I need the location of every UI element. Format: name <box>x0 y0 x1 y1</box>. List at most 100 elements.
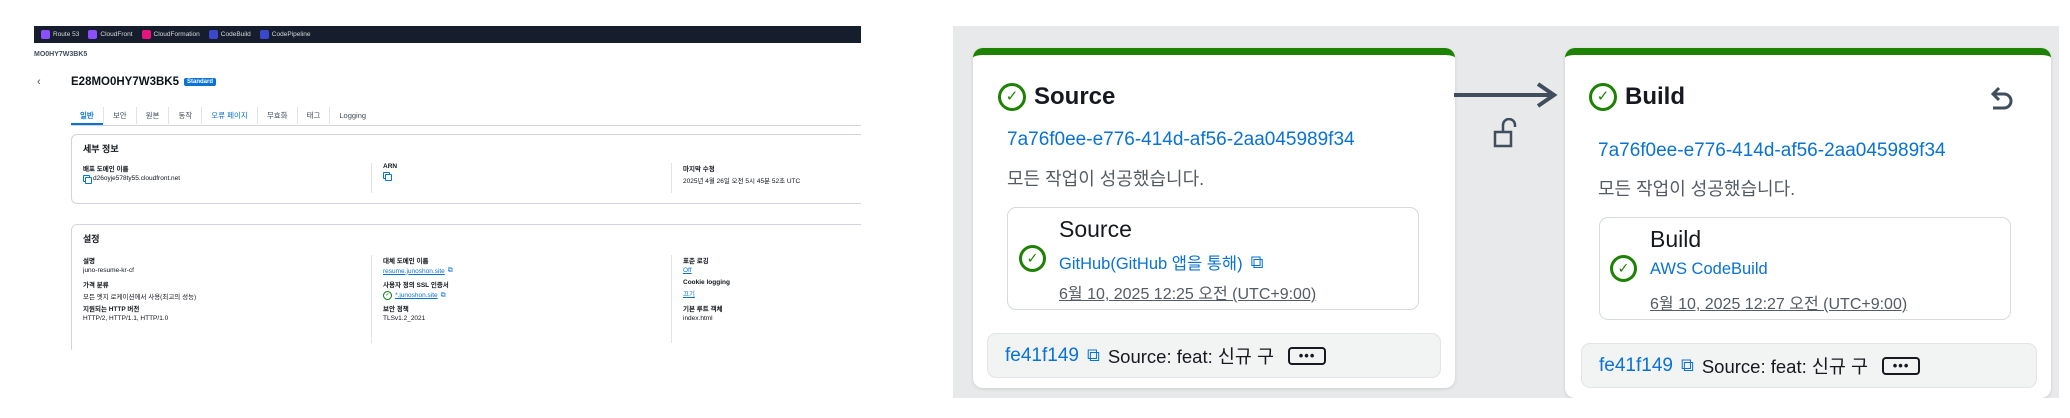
execution-id-link[interactable]: 7a76f0ee-e776-414d-af56-2aa045989f34 <box>1598 140 1946 162</box>
provider-name: GitHub(GitHub 앱을 통해) <box>1059 255 1243 273</box>
stage-name: Build <box>1625 83 1685 110</box>
more-options-button[interactable]: ••• <box>1882 356 1921 375</box>
ssl-cert-link[interactable]: *.junoshon.site <box>395 292 438 299</box>
shortcut-cloudfront[interactable]: CloudFront <box>88 30 133 39</box>
commit-message: Source: feat: 신규 구 <box>1107 345 1275 367</box>
external-link-icon[interactable]: ⧉ <box>1087 345 1100 366</box>
tab-invalidations[interactable]: 무효화 <box>256 107 297 124</box>
tab-tags[interactable]: 태그 <box>296 107 330 124</box>
divider <box>371 255 372 343</box>
shortcut-codebuild[interactable]: CodeBuild <box>208 30 251 39</box>
stage-build: ✓ Build 7a76f0ee-e776-414d-af56-2aa04598… <box>1565 48 2051 398</box>
action-card-build: Build ✓ AWS CodeBuild 6월 10, 2025 12:27 … <box>1599 217 2011 320</box>
stage-name: Source <box>1034 83 1116 110</box>
domain-label: 배포 도메인 이름 <box>83 166 129 173</box>
back-chevron-icon[interactable]: ‹ <box>37 76 41 88</box>
shortcut-cloudformation[interactable]: CloudFormation <box>141 30 200 39</box>
route53-icon <box>41 30 50 39</box>
shortcut-route53[interactable]: Route 53 <box>41 30 79 39</box>
stage-source: ✓ Source 7a76f0ee-e776-414d-af56-2aa0459… <box>973 48 1455 388</box>
success-check-icon: ✓ <box>998 83 1026 111</box>
standard-logging-label: 표준 로깅 <box>683 258 709 265</box>
security-policy-label: 보안 정책 <box>383 306 409 313</box>
copy-icon[interactable] <box>83 175 92 184</box>
cookie-logging-field: Cookie logging 끄기 <box>683 279 730 298</box>
action-timestamp[interactable]: 6월 10, 2025 12:27 오전 (UTC+9:00) <box>1650 290 1907 314</box>
cookie-logging-link[interactable]: 끄기 <box>683 288 695 298</box>
alt-domain-link[interactable]: resume.junoshon.site <box>383 268 445 275</box>
action-name: Source <box>1059 216 1132 242</box>
security-policy-value: TLSv1.2_2021 <box>383 315 426 322</box>
description-label: 설명 <box>83 258 95 265</box>
tab-logging[interactable]: Logging <box>329 107 375 124</box>
stage-status: 모든 작업이 성공했습니다. <box>1598 179 1796 199</box>
standard-logging-link[interactable]: Off <box>683 267 692 274</box>
modified-value: 2025년 4월 26일 오전 5시 45분 52초 UTC <box>683 178 801 185</box>
description-value: juno-resume-kr-cf <box>83 267 134 274</box>
codepipeline-icon <box>259 30 269 39</box>
action-card-source: Source ✓ GitHub(GitHub 앱을 통해) ⧉ 6월 10, 2… <box>1007 207 1419 310</box>
divider <box>371 163 372 193</box>
shortcut-codepipeline[interactable]: CodePipeline <box>259 30 310 39</box>
commit-id-link[interactable]: fe41f149 <box>1005 345 1079 367</box>
tab-security[interactable]: 보안 <box>102 107 136 124</box>
details-card: 세부 정보 배포 도메인 이름 d26oyje578ty55.cloudfron… <box>71 134 861 204</box>
provider-link[interactable]: GitHub(GitHub 앱을 통해) ⧉ <box>1059 250 1263 274</box>
stage-build-title: ✓ Build <box>1589 83 1685 111</box>
breadcrumb[interactable]: MO0HY7W3BK5 <box>34 51 87 58</box>
service-shortcut-bar: Route 53 CloudFront CloudFormation CodeB… <box>34 26 861 43</box>
tab-general[interactable]: 일반 <box>71 107 103 125</box>
external-link-icon[interactable]: ⧉ <box>1681 355 1694 376</box>
success-check-icon: ✓ <box>1019 245 1046 272</box>
commit-id-link[interactable]: fe41f149 <box>1599 355 1673 377</box>
provider-name: AWS CodeBuild <box>1650 260 1768 278</box>
price-class-value: 모든 엣지 로케이션에서 사용(최고의 성능) <box>83 294 197 301</box>
page-title: E28MO0HY7W3BK5 Standard <box>71 76 217 88</box>
ssl-cert-label: 사용자 정의 SSL 인증서 <box>383 282 449 289</box>
success-check-icon: ✓ <box>383 291 392 300</box>
commit-bar: fe41f149 ⧉ Source: feat: 신규 구 ••• <box>1581 343 2037 388</box>
retry-stage-icon[interactable] <box>1985 86 2015 116</box>
http-version-value: HTTP/2, HTTP/1.1, HTTP/1.0 <box>83 315 169 322</box>
cloudfront-console: Route 53 CloudFront CloudFormation CodeB… <box>34 26 861 350</box>
settings-heading: 설정 <box>83 234 100 244</box>
copy-icon[interactable] <box>383 172 392 181</box>
more-options-button[interactable]: ••• <box>1288 346 1327 365</box>
modified-label: 마지막 수정 <box>683 166 715 173</box>
default-root-field: 기본 루트 객체 index.html <box>683 303 723 322</box>
unlocked-transition-icon[interactable] <box>1493 118 1519 148</box>
commit-bar: fe41f149 ⧉ Source: feat: 신규 구 ••• <box>987 333 1441 378</box>
external-link-icon: ⧉ <box>1250 251 1264 272</box>
codepipeline-view: ✓ Source 7a76f0ee-e776-414d-af56-2aa0459… <box>953 26 2059 398</box>
cloudformation-icon <box>141 30 151 39</box>
alt-domain-field: 대체 도메인 이름 resume.junoshon.site ⧉ <box>383 255 453 275</box>
price-class-field: 가격 분류 모든 엣지 로케이션에서 사용(최고의 성능) <box>83 279 196 301</box>
tab-error-pages[interactable]: 오류 페이지 <box>201 107 257 124</box>
settings-card: 설정 설명 juno-resume-kr-cf 가격 분류 모든 엣지 로케이션… <box>71 224 861 350</box>
divider <box>671 163 672 193</box>
divider <box>671 255 672 343</box>
external-link-icon[interactable]: ⧉ <box>448 267 453 275</box>
stage-status: 모든 작업이 성공했습니다. <box>1007 169 1205 189</box>
provider-link[interactable]: AWS CodeBuild <box>1650 260 1768 279</box>
transition-arrow-icon <box>1454 82 1558 108</box>
standard-badge: Standard <box>184 78 217 86</box>
tab-behaviors[interactable]: 동작 <box>168 107 201 124</box>
security-policy-field: 보안 정책 TLSv1.2_2021 <box>383 303 425 322</box>
details-heading: 세부 정보 <box>83 144 119 154</box>
alt-domain-label: 대체 도메인 이름 <box>383 258 429 265</box>
arn-label: ARN <box>383 163 398 170</box>
arn-field: ARN <box>383 163 398 181</box>
cookie-logging-label: Cookie logging <box>683 279 730 286</box>
domain-field: 배포 도메인 이름 d26oyje578ty55.cloudfront.net <box>83 163 181 184</box>
action-name: Build <box>1650 226 1702 252</box>
execution-id-link[interactable]: 7a76f0ee-e776-414d-af56-2aa045989f34 <box>1007 129 1355 151</box>
distribution-tabs: 일반 보안 원본 동작 오류 페이지 무효화 태그 Logging <box>71 107 861 126</box>
domain-value: d26oyje578ty55.cloudfront.net <box>93 175 181 182</box>
success-check-icon: ✓ <box>1610 255 1637 282</box>
tab-origins[interactable]: 원본 <box>135 107 169 124</box>
description-field: 설명 juno-resume-kr-cf <box>83 255 134 274</box>
external-link-icon[interactable]: ⧉ <box>441 292 446 300</box>
success-check-icon: ✓ <box>1589 83 1617 111</box>
action-timestamp[interactable]: 6월 10, 2025 12:25 오전 (UTC+9:00) <box>1059 280 1316 304</box>
